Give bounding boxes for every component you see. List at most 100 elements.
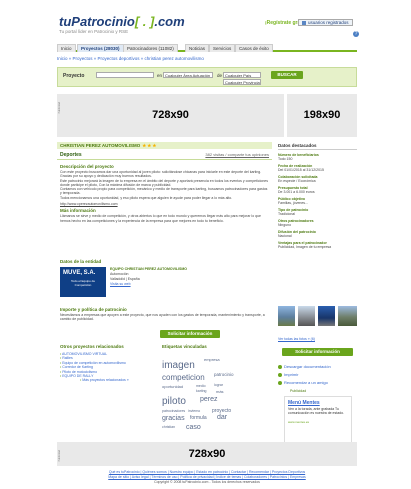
ad-banner-side[interactable]: 198x90 <box>287 94 357 137</box>
request-info-button-side[interactable]: Solicitar información <box>282 348 353 356</box>
photo-gallery <box>278 306 357 326</box>
tab-noticias[interactable]: Noticias <box>185 44 210 52</box>
tag[interactable]: patrocinio <box>214 372 234 377</box>
tab-inicio[interactable]: Inicio <box>57 44 76 52</box>
print-link[interactable]: Imprimir <box>278 372 298 377</box>
related-list: AUTOMOVILISMO VIRTUAL Rallies Equipo de … <box>60 352 160 383</box>
province-select[interactable]: Cualquier Provincia <box>223 79 261 85</box>
search-button[interactable]: BUSCAR <box>271 71 303 79</box>
area-select[interactable]: Cualquier Área Actuación <box>163 72 213 78</box>
ad-size-label: 198x90 <box>303 109 341 121</box>
field-value: Todo 150 <box>278 157 293 161</box>
search-bar: Proyecto en Cualquier Área Actuación de … <box>57 67 357 87</box>
entity-logo-sub: Todo el Equipo de Competición <box>70 279 96 287</box>
download-link[interactable]: Descargar documentación <box>278 364 331 369</box>
ad-banner-bottom[interactable]: Publicidad 728x90 <box>57 442 357 466</box>
users-button[interactable]: usuarios registrados <box>298 19 353 26</box>
related-heading: Otros proyectos relacionados <box>60 344 124 349</box>
all-photos-link[interactable]: Ver todas las fotos » (6) <box>278 337 315 341</box>
policy-heading: Importe y política de patrocinio <box>60 307 127 312</box>
request-info-button[interactable]: Solicitar información <box>160 330 220 338</box>
tag[interactable]: imagen <box>162 360 195 371</box>
tag[interactable]: gracias <box>162 415 185 422</box>
tag[interactable]: piloto <box>162 396 186 407</box>
tag[interactable]: invierno <box>188 409 200 413</box>
logo-main: tuPatrocinio <box>59 14 135 29</box>
policy-text: Necesitamos a empresas que apoyen a este… <box>60 313 265 322</box>
field-value: Tradicional <box>278 212 295 216</box>
tag[interactable]: perez <box>200 396 218 403</box>
entity-logo-title: MUVE, S.A. <box>63 270 96 276</box>
search-input[interactable] <box>96 72 154 78</box>
tag-cloud: imagen empresa competicion patrocinio op… <box>162 352 272 434</box>
ad-url[interactable]: www.mentes.es <box>288 420 309 424</box>
description-p1: Con este proyecto buscamos dar una oport… <box>60 170 262 179</box>
field-value: En especie / Económica <box>278 179 316 183</box>
photo-thumbnail[interactable] <box>278 306 295 326</box>
project-web-link[interactable]: http://www.cperezautomovilismo.com <box>60 202 269 206</box>
page: tuPatrocinio[ . ].com Tu portal líder en… <box>51 12 363 486</box>
search-de-label: de <box>217 73 223 78</box>
related-more-link[interactable]: Más proyectos relacionados » <box>60 378 160 382</box>
rating-stars: ★★★ <box>142 143 158 148</box>
footer: Qué es tuPatrocinio | Quiénes somos | Nu… <box>51 470 363 485</box>
entity-section: Datos de la entidad MUVE, S.A. Todo el E… <box>57 259 272 301</box>
recommend-icon <box>278 380 282 385</box>
users-icon <box>302 21 306 25</box>
search-label: Proyecto <box>63 73 85 79</box>
entity-heading: Datos de la entidad <box>60 259 102 264</box>
field-value: Ninguno <box>278 223 292 227</box>
tag[interactable]: dar <box>217 414 227 421</box>
tag[interactable]: oportunidad <box>162 384 183 389</box>
breadcrumb[interactable]: Inicio » Proyectos » Proyectos deportivo… <box>57 56 204 61</box>
views-link[interactable]: 382 visitas / comparte tus opiniones <box>205 152 269 157</box>
tab-casos-exito[interactable]: Casos de éxito <box>235 44 273 52</box>
tag[interactable]: formula <box>190 415 207 421</box>
tag[interactable]: competicion <box>162 373 205 382</box>
description-p3: Contamos con vehículo propio para compet… <box>60 187 268 196</box>
photo-thumbnail[interactable] <box>298 306 315 326</box>
ad-title[interactable]: Menú Mentes <box>288 400 320 406</box>
users-label: usuarios registrados <box>308 20 349 25</box>
tag[interactable]: medio <box>196 384 206 388</box>
entity-web-link[interactable]: Visita su web <box>110 282 187 287</box>
tag[interactable]: caso <box>186 424 201 431</box>
more-info-heading: Más información <box>60 208 96 214</box>
tag[interactable]: karting <box>196 389 207 393</box>
print-icon <box>278 372 282 377</box>
search-en-label: en <box>157 73 163 78</box>
policy-section: Importe y política de patrocinio Necesit… <box>57 303 272 322</box>
main-nav: Inicio Proyectos (28030) Patrocinadores … <box>57 43 357 52</box>
tag[interactable]: más <box>216 389 224 394</box>
field-value: Publicidad, Imagen de tu empresa <box>278 245 332 249</box>
recommend-link[interactable]: Recomendar a un amigo <box>278 380 328 385</box>
project-title: CHRISTIAN PEREZ AUTOMOVILISMO <box>60 143 141 148</box>
sidebar: Datos destacados Número de beneficiarios… <box>278 142 357 451</box>
field-value: Nacional <box>278 234 292 238</box>
tag[interactable]: empresa <box>204 357 220 362</box>
photo-thumbnail[interactable] <box>338 306 357 326</box>
logo-bracket: [ . ] <box>134 14 155 29</box>
project-title-bar: CHRISTIAN PEREZ AUTOMOVILISMO ★★★ <box>57 142 272 149</box>
tag[interactable]: patrocinadores <box>162 409 185 413</box>
ad-description: Ven a la torada, ante grabada Tu comunic… <box>288 407 345 416</box>
photo-thumbnail[interactable] <box>318 306 335 326</box>
main-content: CHRISTIAN PEREZ AUTOMOVILISMO ★★★ Deporte… <box>57 142 272 223</box>
sidebar-ad-label: Publicidad <box>290 389 307 393</box>
description-p2: Este patrocinio mejorará la imagen de tu… <box>60 178 268 187</box>
site-logo[interactable]: tuPatrocinio[ . ].com <box>59 14 185 29</box>
entity-info: EQUIPO CHRISTIAN PEREZ AUTOMOVILISMO Aut… <box>110 267 187 287</box>
tag[interactable]: lograr <box>214 383 223 387</box>
tab-servicios[interactable]: Servicios <box>209 44 236 52</box>
tab-patrocinadores[interactable]: Patrocinadores (11082) <box>123 44 178 52</box>
tag[interactable]: christian <box>162 425 175 429</box>
ad-size-label: 728x90 <box>152 109 189 121</box>
tagline: Tu portal líder en Patrocinio y RSE <box>59 29 129 34</box>
entity-logo[interactable]: MUVE, S.A. Todo el Equipo de Competición <box>60 267 106 297</box>
country-select[interactable]: Cualquier País <box>223 72 261 78</box>
description-p4: Todos mencionamos una oportunidad, y eso… <box>60 195 233 200</box>
help-icon[interactable]: ? <box>353 31 359 37</box>
tab-proyectos[interactable]: Proyectos (28030) <box>77 44 124 52</box>
field-value: Familias, jóvenes... <box>278 201 308 205</box>
ad-banner-top[interactable]: Publicidad 728x90 <box>57 94 284 137</box>
